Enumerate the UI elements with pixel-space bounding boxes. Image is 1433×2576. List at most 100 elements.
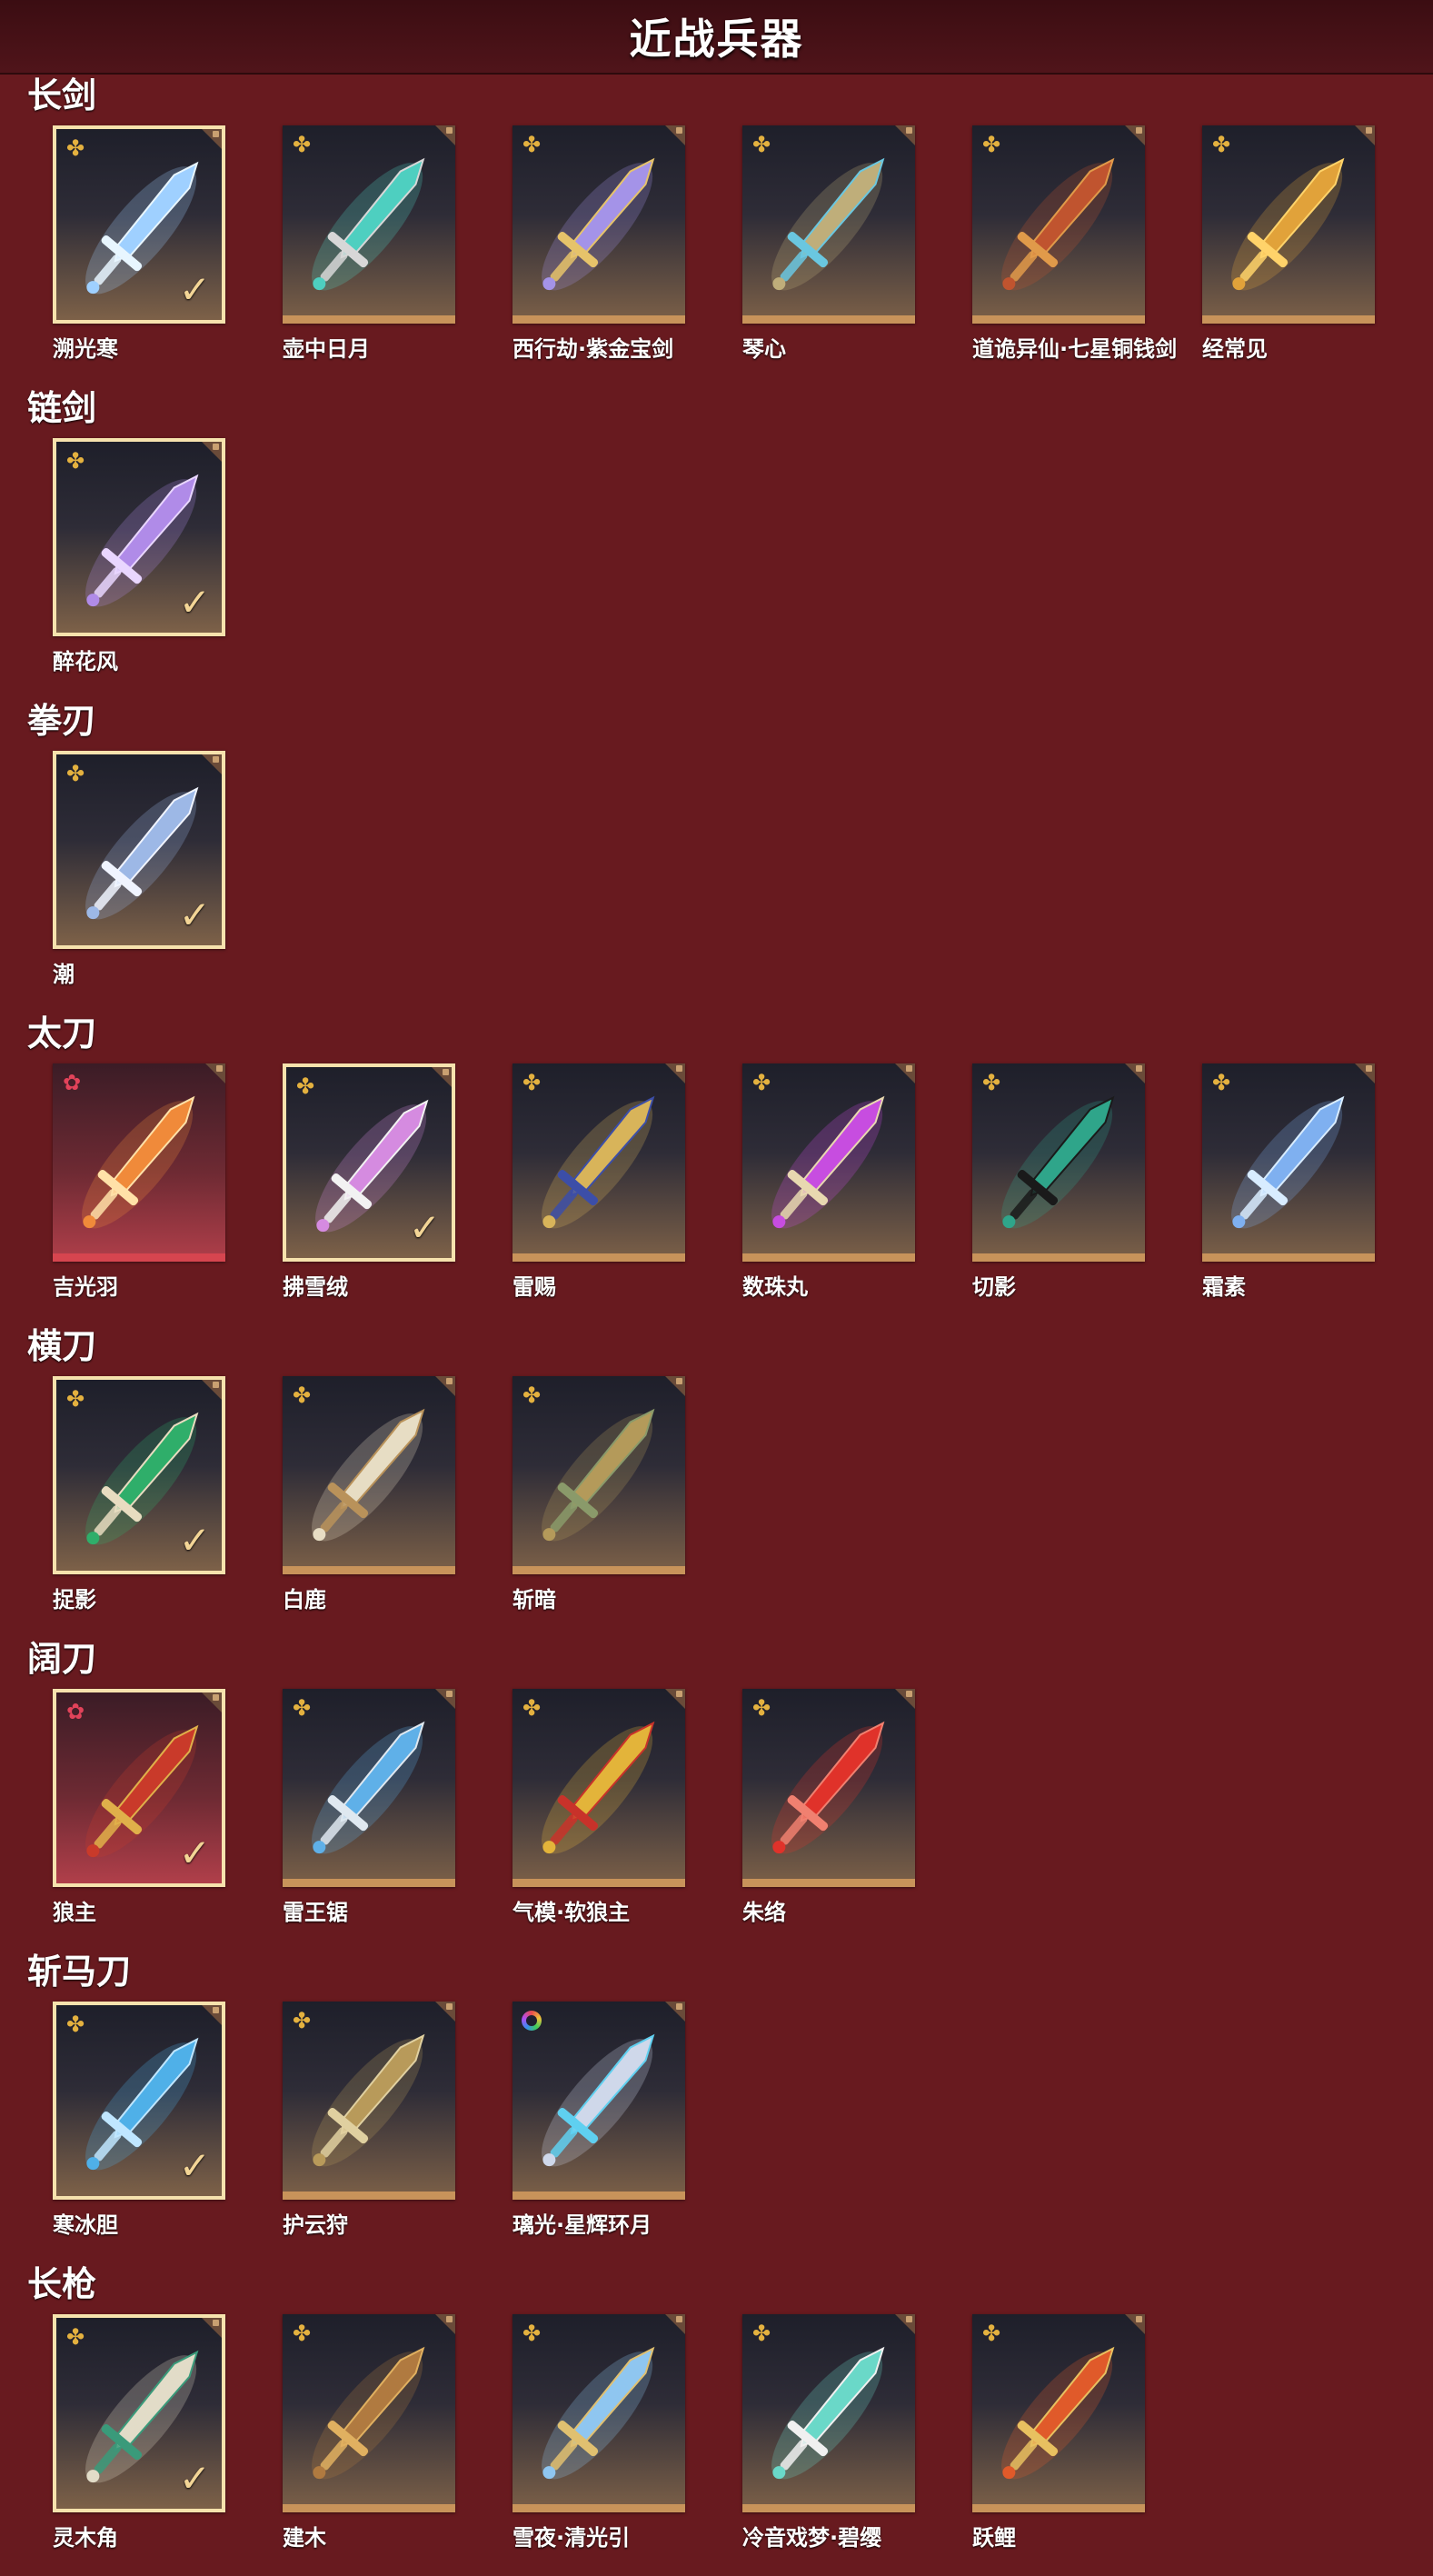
weapon-card[interactable]: ✤ ✓ — [283, 1063, 455, 1262]
weapon-card[interactable]: ✤ — [742, 125, 915, 324]
corner-mark-icon — [676, 1065, 682, 1072]
weapon-item[interactable]: ✤ ✓ 拂雪绒 — [283, 1063, 461, 1309]
weapon-card[interactable]: ✿ ✓ — [53, 1689, 225, 1887]
weapon-card[interactable]: ✤ — [512, 125, 685, 324]
weapon-item[interactable]: ✤ 雷赐 — [512, 1063, 691, 1309]
weapon-item[interactable]: 璃光·星辉环月 — [512, 2002, 691, 2247]
weapon-item[interactable]: ✤ 数珠丸 — [742, 1063, 921, 1309]
weapon-item[interactable]: ✤ 护云狩 — [283, 2002, 461, 2247]
weapon-item[interactable]: ✤ 朱络 — [742, 1689, 921, 1934]
corner-mark-icon — [446, 2316, 453, 2322]
weapon-category-section: 长枪 ✤ ✓ 灵木角 ✤ 建木 ✤ 雪夜·清光引 ✤ 冷音戏梦·碧缨 ✤ 跃鲤 — [0, 2263, 1433, 2576]
card-bottom-bar — [512, 1253, 685, 1262]
weapon-item[interactable]: ✤ 雷王锯 — [283, 1689, 461, 1934]
weapon-card[interactable]: ✤ ✓ — [53, 751, 225, 949]
weapon-name: 狼主 — [53, 1900, 96, 1925]
weapon-item[interactable]: ✤ 西行劫·紫金宝剑 — [512, 125, 691, 371]
corner-mark-icon — [1366, 1065, 1372, 1072]
weapon-item[interactable]: ✤ 白鹿 — [283, 1376, 461, 1622]
weapon-item[interactable]: ✿ ✓ 狼主 — [53, 1689, 231, 1934]
weapon-card[interactable]: ✤ — [512, 1376, 685, 1574]
weapon-name: 跃鲤 — [972, 2525, 1016, 2551]
weapon-card[interactable]: ✤ — [742, 2314, 915, 2512]
weapon-card[interactable] — [512, 2002, 685, 2200]
weapon-item[interactable]: ✤ 琴心 — [742, 125, 921, 371]
corner-mark-icon — [676, 1378, 682, 1384]
weapon-card[interactable]: ✤ — [972, 1063, 1145, 1262]
weapon-item[interactable]: ✿ 吉光羽 — [53, 1063, 231, 1309]
weapon-card[interactable]: ✤ — [283, 2002, 455, 2200]
weapon-card[interactable]: ✤ — [512, 2314, 685, 2512]
weapon-name: 护云狩 — [283, 2212, 348, 2238]
gold-flower-rarity-icon: ✤ — [981, 1070, 1001, 1095]
weapon-item[interactable]: ✤ ✓ 潮 — [53, 751, 231, 996]
weapon-item[interactable]: ✤ 建木 — [283, 2314, 461, 2560]
weapon-item[interactable]: ✤ 斩暗 — [512, 1376, 691, 1622]
weapon-card[interactable]: ✤ — [283, 1689, 455, 1887]
weapon-card[interactable]: ✤ — [283, 2314, 455, 2512]
weapon-item[interactable]: ✤ ✓ 溯光寒 — [53, 125, 231, 371]
weapon-item[interactable]: ✤ ✓ 灵木角 — [53, 2314, 231, 2560]
weapon-name: 冷音戏梦·碧缨 — [742, 2525, 882, 2551]
weapon-card[interactable]: ✤ ✓ — [53, 1376, 225, 1574]
weapon-item[interactable]: ✤ 跃鲤 — [972, 2314, 1150, 2560]
weapon-item[interactable]: ✤ 壶中日月 — [283, 125, 461, 371]
weapon-category-section: 斩马刀 ✤ ✓ 寒冰胆 ✤ 护云狩 璃光·星辉环月 — [0, 1951, 1433, 2263]
gold-flower-rarity-icon: ✤ — [65, 448, 85, 474]
weapon-card[interactable]: ✤ — [1202, 1063, 1375, 1262]
gold-flower-rarity-icon: ✤ — [292, 2321, 312, 2346]
weapon-card[interactable]: ✤ — [742, 1689, 915, 1887]
weapon-item[interactable]: ✤ ✓ 寒冰胆 — [53, 2002, 231, 2247]
weapon-card[interactable]: ✤ — [512, 1689, 685, 1887]
weapon-item[interactable]: ✤ 气模·软狼主 — [512, 1689, 691, 1934]
card-bottom-bar — [283, 315, 455, 324]
weapon-category-section: 拳刃 ✤ ✓ 潮 — [0, 700, 1433, 1013]
weapon-list: ✤ ✓ 捉影 ✤ 白鹿 ✤ 斩暗 — [53, 1376, 1416, 1631]
weapon-item[interactable]: ✤ 道诡异仙·七星铜钱剑 — [972, 125, 1177, 371]
weapon-item[interactable]: ✤ 经常见 — [1202, 125, 1380, 371]
weapon-card[interactable]: ✤ — [742, 1063, 915, 1262]
card-bottom-bar — [742, 1879, 915, 1887]
gold-flower-rarity-icon: ✤ — [981, 2321, 1001, 2346]
weapon-list: ✤ ✓ 醉花风 — [53, 438, 1416, 693]
weapon-card[interactable]: ✤ — [283, 1376, 455, 1574]
gold-flower-rarity-icon: ✤ — [292, 1695, 312, 1721]
header-bar: 近战兵器 — [0, 0, 1433, 75]
weapon-card[interactable]: ✤ ✓ — [53, 438, 225, 636]
weapon-item[interactable]: ✤ 霜素 — [1202, 1063, 1380, 1309]
card-bottom-bar — [512, 315, 685, 324]
weapon-card[interactable]: ✤ ✓ — [53, 2002, 225, 2200]
card-bottom-bar — [283, 1566, 455, 1574]
gold-flower-rarity-icon: ✤ — [522, 2321, 542, 2346]
weapon-category-section: 长剑 ✤ ✓ 溯光寒 ✤ 壶中日月 ✤ 西行劫·紫金宝剑 ✤ 琴心 ✤ 道诡异仙·七星铜钱剑 ✤ 经常见 — [0, 75, 1433, 387]
checkmark-icon: ✓ — [178, 2456, 211, 2501]
weapon-card[interactable]: ✤ — [972, 125, 1145, 324]
weapon-name: 建木 — [283, 2525, 326, 2551]
weapon-item[interactable]: ✤ 冷音戏梦·碧缨 — [742, 2314, 921, 2560]
card-bottom-bar — [512, 2192, 685, 2200]
corner-mark-icon — [676, 1691, 682, 1697]
gold-flower-rarity-icon: ✤ — [1211, 1070, 1231, 1095]
gold-flower-rarity-icon: ✤ — [292, 132, 312, 157]
weapon-card[interactable]: ✤ — [1202, 125, 1375, 324]
weapon-card[interactable]: ✤ — [283, 125, 455, 324]
gold-flower-rarity-icon: ✤ — [65, 135, 85, 161]
weapon-item[interactable]: ✤ 雪夜·清光引 — [512, 2314, 691, 2560]
card-bottom-bar — [283, 1879, 455, 1887]
weapon-card[interactable]: ✤ ✓ — [53, 125, 225, 324]
weapon-item[interactable]: ✤ ✓ 捉影 — [53, 1376, 231, 1622]
weapon-card[interactable]: ✤ — [972, 2314, 1145, 2512]
weapon-card[interactable]: ✤ — [512, 1063, 685, 1262]
corner-mark-icon — [906, 1691, 912, 1697]
card-bottom-bar — [972, 1253, 1145, 1262]
weapon-name: 璃光·星辉环月 — [512, 2212, 652, 2238]
pink-flower-rarity-icon: ✿ — [62, 1070, 82, 1095]
weapon-card[interactable]: ✿ — [53, 1063, 225, 1262]
weapon-item[interactable]: ✤ ✓ 醉花风 — [53, 438, 231, 684]
weapon-card[interactable]: ✤ ✓ — [53, 2314, 225, 2512]
corner-mark-icon — [213, 2007, 219, 2013]
category-title: 斩马刀 — [27, 1952, 132, 1992]
weapon-list: ✤ ✓ 潮 — [53, 751, 1416, 1005]
corner-mark-icon — [213, 444, 219, 450]
weapon-item[interactable]: ✤ 切影 — [972, 1063, 1150, 1309]
